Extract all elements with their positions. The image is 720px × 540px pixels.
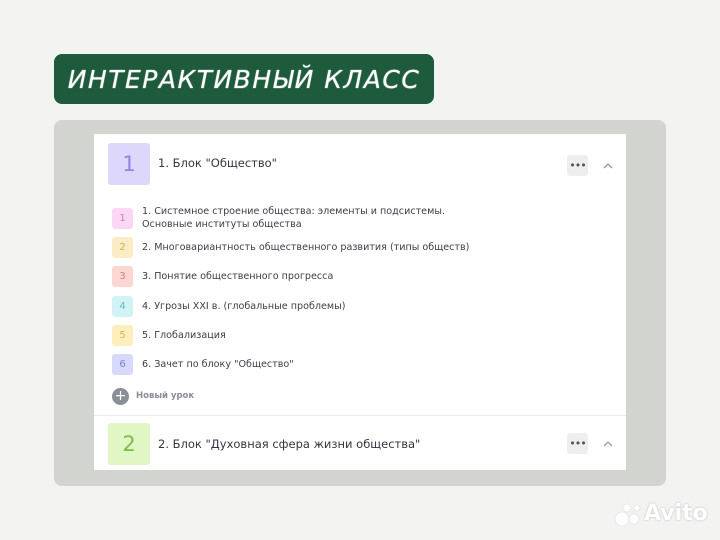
course-banner: ИНТЕРАКТИВНЫЙ КЛАСС	[54, 54, 434, 104]
new-lesson-label: Новый урок	[136, 391, 195, 401]
block-header-1[interactable]: 1 1. Блок "Общество" •••	[94, 134, 626, 192]
block-number-badge: 2	[108, 423, 150, 465]
lesson-number-badge: 4	[112, 296, 133, 317]
chevron-up-icon[interactable]	[602, 160, 614, 172]
lesson-item-3[interactable]: 3 3. Понятие общественного прогресса	[112, 262, 572, 292]
lesson-number-badge: 5	[112, 325, 133, 346]
lesson-number-badge: 6	[112, 354, 133, 375]
lesson-title: 1. Системное строение общества: элементы…	[142, 206, 445, 230]
lesson-item-6[interactable]: 6 6. Зачет по блоку "Общество"	[112, 350, 572, 380]
lesson-title: 3. Понятие общественного прогресса	[142, 271, 334, 282]
lesson-item-1[interactable]: 1 1. Системное строение общества: элемен…	[112, 204, 572, 234]
lesson-number-badge: 2	[112, 237, 133, 258]
lesson-item-5[interactable]: 5 5. Глобализация	[112, 321, 572, 351]
lesson-number-badge: 3	[112, 266, 133, 287]
lesson-title: 2. Многовариантность общественного разви…	[142, 242, 470, 253]
plus-icon: +	[112, 388, 129, 405]
course-panel: 1 1. Блок "Общество" ••• 1 1. Системное …	[94, 134, 626, 470]
banner-title: ИНТЕРАКТИВНЫЙ КЛАСС	[67, 64, 421, 94]
lesson-title: 5. Глобализация	[142, 330, 226, 341]
block-title: 1. Блок "Общество"	[158, 156, 277, 170]
avito-watermark: Avito	[614, 500, 714, 530]
new-lesson-button[interactable]: + Новый урок	[112, 388, 232, 406]
block-header-2[interactable]: 2 2. Блок "Духовная сфера жизни общества…	[94, 415, 626, 470]
block-number-badge: 1	[108, 143, 150, 185]
lesson-item-4[interactable]: 4 4. Угрозы XXI в. (глобальные проблемы)	[112, 292, 572, 322]
block-title: 2. Блок "Духовная сфера жизни общества"	[158, 437, 421, 451]
block-menu-button[interactable]: •••	[567, 433, 588, 454]
block-menu-button[interactable]: •••	[567, 155, 588, 176]
lesson-item-2[interactable]: 2 2. Многовариантность общественного раз…	[112, 233, 572, 263]
avito-logo-icon	[614, 503, 641, 527]
lesson-number-badge: 1	[112, 208, 133, 229]
watermark-text: Avito	[644, 501, 708, 526]
chevron-up-icon[interactable]	[602, 438, 614, 450]
lesson-title: 6. Зачет по блоку "Общество"	[142, 359, 294, 370]
lesson-title: 4. Угрозы XXI в. (глобальные проблемы)	[142, 301, 346, 312]
